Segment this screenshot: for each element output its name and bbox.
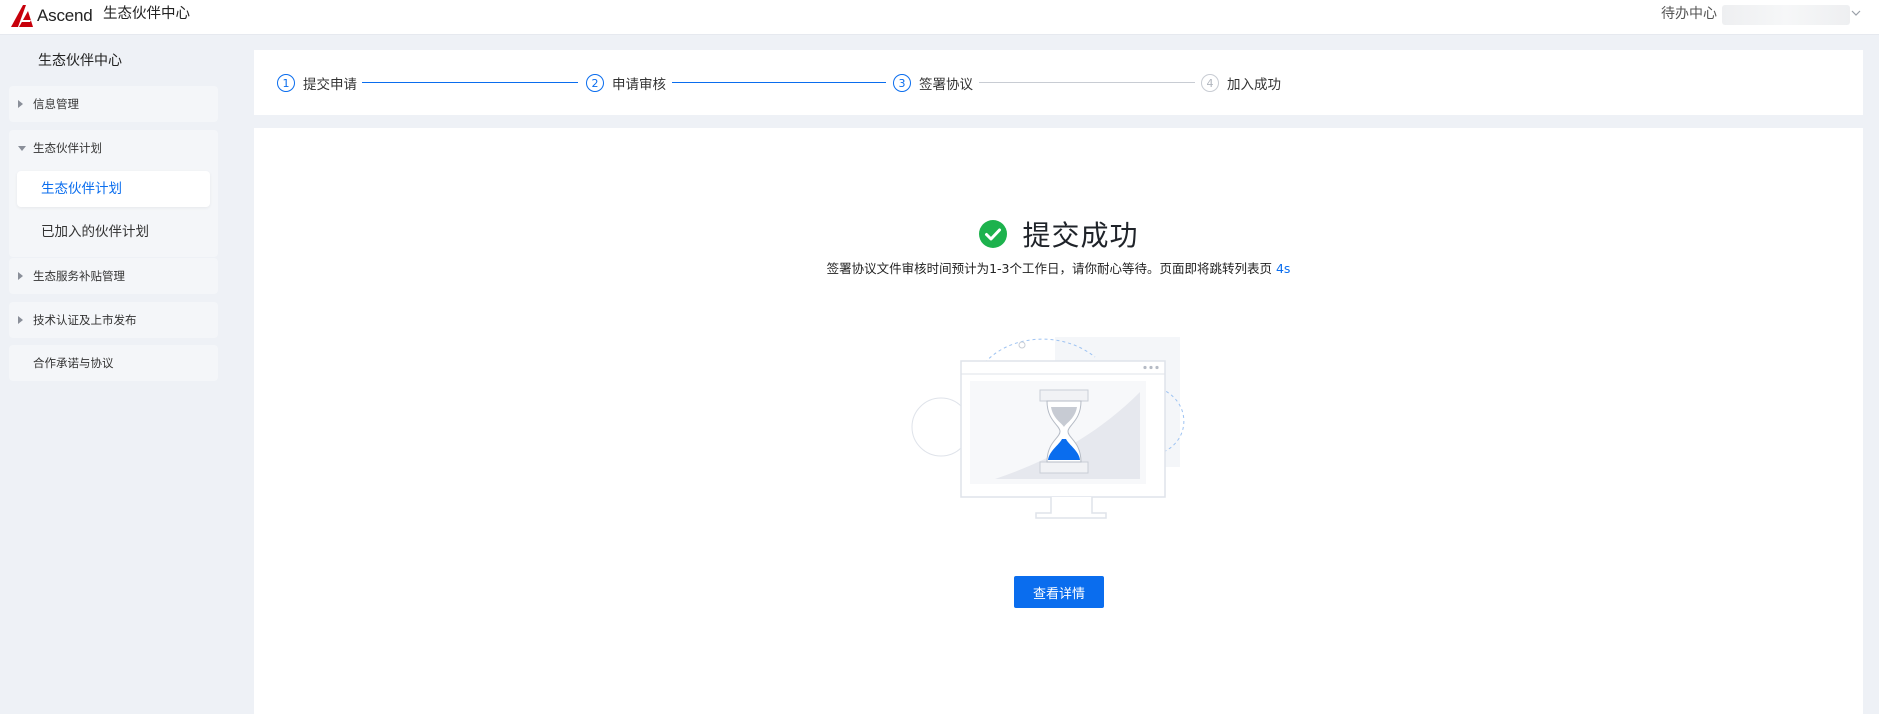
sidebar-group-header[interactable]: 技术认证及上市发布	[9, 302, 218, 338]
step-2: 2 申请审核	[586, 74, 666, 93]
chevron-down-icon[interactable]	[1850, 7, 1862, 19]
caret-down-icon	[18, 146, 26, 151]
check-circle-icon	[979, 220, 1008, 248]
steps-card: 1 提交申请 2 申请审核 3 签署协议 4 加入成功	[254, 50, 1863, 115]
sidebar-group-certification[interactable]: 技术认证及上市发布	[9, 302, 218, 338]
todo-center-link[interactable]: 待办中心	[1661, 5, 1717, 23]
sidebar-group-header[interactable]: 信息管理	[9, 86, 218, 122]
step-number: 2	[586, 74, 604, 92]
result-card: 提交成功 签署协议文件审核时间预计为1-3个工作日，请你耐心等待。页面即将跳转列…	[254, 128, 1863, 714]
result-title: 提交成功	[1022, 219, 1139, 252]
sidebar-item-partner-plan[interactable]: 生态伙伴计划	[17, 171, 210, 207]
hourglass-monitor-illustration	[911, 337, 1185, 519]
sidebar-group-subsidy-management[interactable]: 生态服务补贴管理	[9, 258, 218, 294]
sidebar-group-agreements[interactable]: 合作承诺与协议	[9, 345, 218, 381]
step-connector	[362, 82, 578, 83]
sidebar-group-label: 生态服务补贴管理	[33, 269, 125, 283]
step-4: 4 加入成功	[1201, 74, 1281, 93]
sidebar-group-label: 信息管理	[33, 97, 79, 111]
view-details-button[interactable]: 查看详情	[1014, 576, 1104, 608]
step-connector	[672, 82, 886, 83]
logo-text: Ascend	[37, 6, 93, 25]
sidebar-item-joined-plans[interactable]: 已加入的伙伴计划	[17, 214, 210, 250]
result-description: 签署协议文件审核时间预计为1-3个工作日，请你耐心等待。页面即将跳转列表页 4s	[254, 258, 1863, 277]
user-name-blurred[interactable]	[1722, 5, 1850, 25]
caret-right-icon	[18, 272, 23, 280]
logo[interactable]: Ascend	[9, 3, 93, 29]
step-number: 3	[893, 74, 911, 92]
result-header: 提交成功	[254, 214, 1863, 254]
caret-right-icon	[18, 100, 23, 108]
step-3: 3 签署协议	[893, 74, 973, 93]
step-1: 1 提交申请	[277, 74, 357, 93]
sidebar-group-label: 生态伙伴计划	[33, 141, 102, 155]
sidebar-group-info-management[interactable]: 信息管理	[9, 86, 218, 122]
step-label: 加入成功	[1227, 77, 1281, 93]
sidebar-group-partner-plan: 生态伙伴计划 生态伙伴计划 已加入的伙伴计划	[9, 130, 218, 257]
sidebar: 生态伙伴中心 信息管理 生态伙伴计划 生态伙伴计划 已加入的伙伴计划 生态服务补…	[0, 36, 228, 714]
step-label: 签署协议	[919, 77, 973, 93]
sidebar-group-header[interactable]: 生态服务补贴管理	[9, 258, 218, 294]
sidebar-group-label: 合作承诺与协议	[33, 356, 114, 370]
step-label: 提交申请	[303, 77, 357, 93]
sidebar-group-header[interactable]: 生态伙伴计划	[9, 130, 218, 166]
sidebar-group-label: 技术认证及上市发布	[33, 313, 137, 327]
step-connector	[979, 82, 1195, 83]
step-number: 4	[1201, 74, 1219, 92]
top-bar: Ascend 生态伙伴中心 待办中心	[0, 0, 1879, 35]
ascend-logo-icon	[11, 5, 33, 27]
description-text: 签署协议文件审核时间预计为1-3个工作日，请你耐心等待。页面即将跳转列表页	[826, 261, 1272, 276]
caret-right-icon	[18, 316, 23, 324]
step-label: 申请审核	[612, 77, 666, 93]
countdown: 4s	[1275, 261, 1291, 276]
app-title: 生态伙伴中心	[103, 6, 190, 22]
sidebar-group-header[interactable]: 合作承诺与协议	[9, 345, 218, 381]
step-number: 1	[277, 74, 295, 92]
sidebar-title: 生态伙伴中心	[38, 53, 122, 69]
